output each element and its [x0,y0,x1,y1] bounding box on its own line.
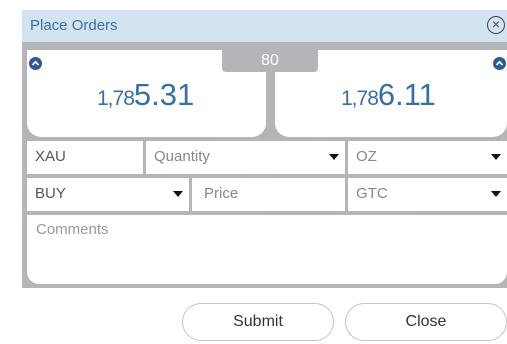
quantity-placeholder: Quantity [154,148,210,165]
time-in-force-select[interactable]: GTC [348,178,507,211]
side-value: BUY [35,185,66,202]
comments-field[interactable]: Comments [27,215,507,284]
chevron-down-icon [491,154,501,160]
price-input[interactable]: Price [192,178,345,211]
bid-price: 1,785.31 [97,77,194,113]
close-window-icon[interactable]: × [487,16,505,34]
spread-badge: 80 [222,50,318,72]
ask-price-prefix: 1,78 [341,87,379,110]
window-titlebar: Place Orders × [22,10,507,42]
time-in-force-value: GTC [356,185,388,202]
symbol-field[interactable]: XAU [27,141,143,174]
unit-value: OZ [356,148,377,165]
submit-button[interactable]: Submit [182,303,334,341]
chevron-down-icon [491,191,501,197]
chevron-down-icon [329,154,339,160]
bid-price-main: 5.31 [133,77,195,112]
ask-price: 1,786.11 [341,77,436,113]
chevron-down-icon [173,191,183,197]
bid-price-prefix: 1,78 [97,87,135,110]
chevron-up-icon[interactable] [29,57,42,70]
side-select[interactable]: BUY [27,178,189,211]
unit-select[interactable]: OZ [348,141,507,174]
ask-price-main: 6.11 [377,77,436,112]
chevron-up-icon[interactable] [493,57,506,70]
quantity-select[interactable]: Quantity [146,141,345,174]
window-title: Place Orders [30,17,118,34]
close-button[interactable]: Close [345,303,507,341]
